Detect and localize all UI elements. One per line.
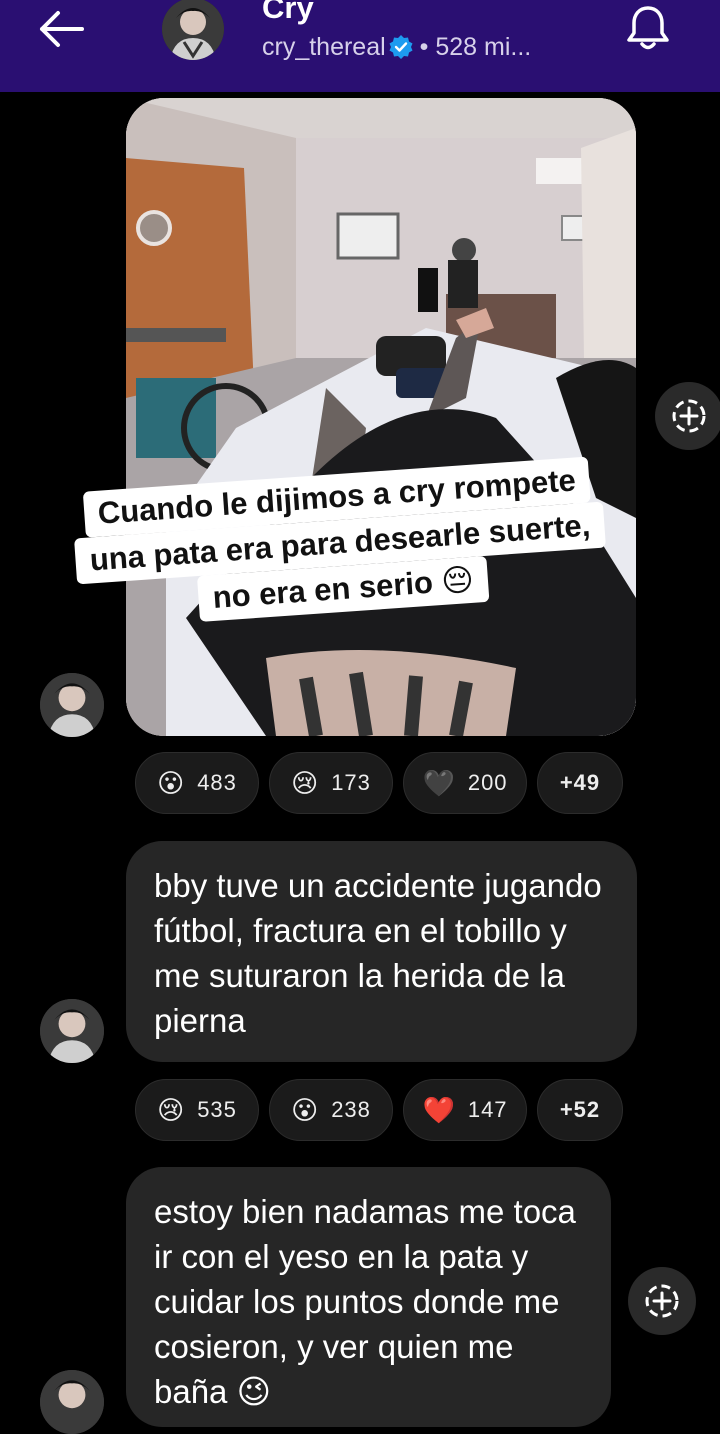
reaction-count: 238 [331,1097,371,1122]
text-message[interactable]: bby tuve un accidente jugando fútbol, fr… [126,841,637,1062]
verified-badge-icon [389,35,413,59]
reaction-bar: 😮 483 😢 173 🖤 200 +49 [135,752,623,816]
channel-handle: cry_thereal [262,33,386,61]
reaction-chip[interactable]: 😢 535 [135,1079,259,1141]
reaction-count: 147 [467,1097,508,1122]
bell-icon [627,6,669,50]
back-button[interactable] [30,5,94,53]
text-message[interactable]: estoy bien nadamas me toca ir con el yes… [126,1167,611,1427]
reaction-count: 200 [467,770,508,795]
reaction-chip[interactable]: 🖤 200 [403,752,527,814]
reaction-emoji: ❤️ [422,1095,456,1125]
reaction-emoji: 😢 [157,1095,186,1125]
add-reaction-button[interactable] [628,1267,696,1335]
reaction-emoji: 😢 [291,768,320,798]
message-text: estoy bien nadamas me toca ir con el yes… [154,1193,576,1410]
follower-count: • 528 mi... [419,33,532,61]
notifications-button[interactable] [622,2,674,54]
channel-name[interactable]: Cry [262,0,314,26]
add-reaction-icon [672,399,706,433]
reaction-count: 173 [331,770,371,795]
channel-avatar[interactable] [162,0,224,60]
more-reactions-chip[interactable]: +49 [537,752,623,814]
sender-avatar[interactable] [40,673,104,737]
message-text: bby tuve un accidente jugando fútbol, fr… [154,867,602,1039]
channel-subtitle[interactable]: cry_thereal • 528 mi... [262,30,531,64]
sender-avatar[interactable] [40,1370,104,1434]
reaction-chip[interactable]: 😮 238 [269,1079,393,1141]
reaction-chip[interactable]: 😮 483 [135,752,259,814]
more-reactions-chip[interactable]: +52 [537,1079,623,1141]
photo-message[interactable] [126,98,636,736]
reaction-emoji: 😮 [157,768,186,798]
reaction-bar: 😢 535 😮 238 ❤️ 147 +52 [135,1079,623,1143]
back-arrow-icon [40,11,84,47]
add-reaction-button[interactable] [655,382,720,450]
hospital-photo [126,98,636,736]
reaction-chip[interactable]: ❤️ 147 [403,1079,527,1141]
reaction-emoji: 🖤 [422,768,456,798]
reaction-emoji: 😮 [291,1095,320,1125]
channel-header: Cry cry_thereal • 528 mi... [0,0,720,92]
reaction-count: 483 [197,770,237,795]
reaction-count: 535 [197,1097,237,1122]
sender-avatar[interactable] [40,999,104,1063]
reaction-chip[interactable]: 😢 173 [269,752,393,814]
add-reaction-icon [645,1284,679,1318]
